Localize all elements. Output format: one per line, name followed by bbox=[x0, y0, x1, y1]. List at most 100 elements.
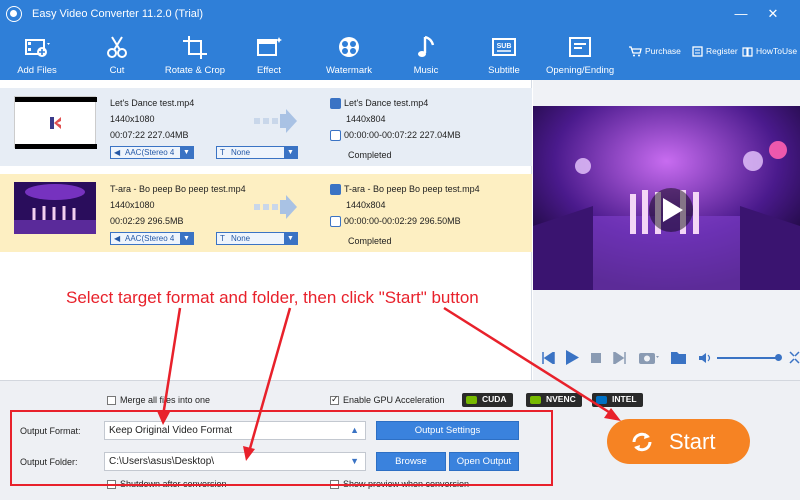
rotate-crop-label: Rotate & Crop bbox=[164, 65, 226, 76]
close-button[interactable]: ✕ bbox=[762, 4, 784, 24]
edit-name-icon[interactable] bbox=[330, 98, 341, 110]
fullscreen-icon[interactable] bbox=[789, 351, 800, 364]
file-list: Let's Dance test.mp4 1440x1080 00:07:22 … bbox=[0, 80, 532, 380]
purchase-link[interactable]: Purchase bbox=[628, 46, 681, 57]
volume-icon[interactable] bbox=[699, 352, 711, 364]
how-to-use-label: HowToUse bbox=[756, 46, 798, 56]
source-resolution: 1440x1080 bbox=[110, 114, 155, 124]
output-file-name-text: Let's Dance test.mp4 bbox=[344, 98, 429, 108]
output-file-name: Let's Dance test.mp4 bbox=[330, 98, 429, 110]
previous-icon[interactable] bbox=[541, 352, 555, 364]
video-thumbnail-image bbox=[15, 97, 97, 149]
intel-badge: INTEL bbox=[592, 393, 643, 407]
start-button[interactable]: Start bbox=[607, 419, 750, 464]
status-label: Completed bbox=[348, 236, 392, 246]
audio-icon: ◀ bbox=[114, 234, 121, 243]
video-thumbnail-image bbox=[14, 182, 96, 234]
source-duration-size: 00:02:29 296.5MB bbox=[110, 216, 184, 226]
play-icon[interactable] bbox=[565, 350, 579, 365]
source-duration-size: 00:07:22 227.04MB bbox=[110, 130, 189, 140]
toolbar: Add Files Cut Rotate & Crop Effect Water… bbox=[0, 28, 800, 80]
subtitle-icon: SUB bbox=[492, 38, 516, 56]
subtitle-value: None bbox=[231, 234, 251, 243]
help-book-icon bbox=[742, 47, 753, 57]
chevron-down-icon: ▼ bbox=[180, 147, 193, 158]
edit-name-icon[interactable] bbox=[330, 184, 341, 196]
audio-track-select[interactable]: ◀ AAC(Stereo 4 ▼ bbox=[110, 146, 194, 159]
add-files-button[interactable]: Add Files bbox=[10, 28, 64, 80]
subtitle-select[interactable]: T None ▼ bbox=[216, 146, 298, 159]
minimize-button[interactable]: — bbox=[730, 4, 752, 24]
subtitle-label: Subtitle bbox=[488, 65, 520, 76]
opening-ending-button[interactable]: Opening/Ending bbox=[546, 28, 614, 80]
rotate-crop-button[interactable]: Rotate & Crop bbox=[160, 28, 230, 80]
output-duration-size: 00:00:00-00:02:29 296.50MB bbox=[330, 216, 461, 228]
trim-edit-icon[interactable] bbox=[330, 216, 341, 228]
convert-refresh-icon bbox=[632, 432, 652, 452]
add-files-label: Add Files bbox=[17, 65, 57, 76]
cut-label: Cut bbox=[109, 65, 125, 76]
watermark-icon bbox=[339, 37, 359, 57]
status-label: Completed bbox=[348, 150, 392, 160]
subtitle-button[interactable]: SUB Subtitle bbox=[480, 28, 528, 80]
effect-button[interactable]: Effect bbox=[244, 28, 294, 80]
add-files-icon bbox=[25, 39, 50, 57]
gpu-checkbox-label: Enable GPU Acceleration bbox=[343, 395, 445, 405]
effect-film-icon bbox=[257, 37, 282, 56]
output-duration-size: 00:00:00-00:07:22 227.04MB bbox=[330, 130, 461, 142]
output-resolution: 1440x804 bbox=[346, 114, 386, 124]
text-t-icon: T bbox=[220, 148, 225, 157]
how-to-use-link[interactable]: HowToUse bbox=[742, 46, 797, 57]
audio-icon: ◀ bbox=[114, 148, 121, 157]
next-icon[interactable] bbox=[613, 352, 627, 364]
gpu-checkbox-box[interactable] bbox=[330, 394, 339, 406]
source-file-name: Let's Dance test.mp4 bbox=[110, 98, 195, 108]
scissors-icon bbox=[107, 36, 127, 58]
video-preview[interactable] bbox=[533, 106, 800, 368]
cut-button[interactable]: Cut bbox=[92, 28, 142, 80]
convert-arrow-icon bbox=[254, 109, 297, 133]
volume-slider-thumb[interactable] bbox=[775, 354, 782, 361]
register-link[interactable]: Register bbox=[692, 46, 738, 57]
merge-checkbox-box[interactable] bbox=[107, 396, 116, 406]
music-button[interactable]: Music bbox=[404, 28, 448, 80]
title-bar: Easy Video Converter 11.2.0 (Trial) — ✕ bbox=[0, 0, 800, 28]
svg-text:SUB: SUB bbox=[497, 43, 512, 50]
stop-icon[interactable] bbox=[591, 353, 601, 363]
annotation-text: Select target format and folder, then cl… bbox=[66, 288, 479, 307]
merge-files-checkbox[interactable]: Merge all files into one bbox=[107, 395, 210, 406]
audio-track-value: AAC(Stereo 4 bbox=[125, 148, 175, 157]
music-note-icon bbox=[418, 35, 435, 57]
output-duration-size-text: 00:00:00-00:02:29 296.50MB bbox=[344, 216, 461, 226]
video-thumbnail bbox=[14, 182, 96, 234]
player-controls bbox=[533, 344, 800, 374]
snapshot-camera-icon[interactable] bbox=[639, 350, 659, 365]
gpu-acceleration-checkbox[interactable]: Enable GPU Acceleration bbox=[330, 394, 445, 406]
file-row[interactable]: Let's Dance test.mp4 1440x1080 00:07:22 … bbox=[0, 88, 532, 166]
watermark-label: Watermark bbox=[325, 65, 373, 76]
effect-label: Effect bbox=[256, 65, 282, 76]
output-duration-size-text: 00:00:00-00:07:22 227.04MB bbox=[344, 130, 461, 140]
output-file-name: T-ara - Bo peep Bo peep test.mp4 bbox=[330, 184, 480, 196]
register-label: Register bbox=[706, 46, 738, 56]
preview-pane bbox=[533, 80, 800, 380]
app-logo-icon bbox=[6, 6, 22, 22]
volume-slider-track[interactable] bbox=[717, 357, 779, 359]
trim-edit-icon[interactable] bbox=[330, 130, 341, 142]
video-thumbnail bbox=[14, 96, 97, 149]
subtitle-select[interactable]: T None ▼ bbox=[216, 232, 298, 245]
window-title: Easy Video Converter 11.2.0 (Trial) bbox=[32, 8, 203, 20]
open-folder-icon[interactable] bbox=[671, 351, 686, 364]
watermark-button[interactable]: Watermark bbox=[320, 28, 378, 80]
nvenc-badge: NVENC bbox=[526, 393, 582, 407]
purchase-label: Purchase bbox=[645, 46, 681, 56]
text-t-icon: T bbox=[220, 234, 225, 243]
opening-ending-label: Opening/Ending bbox=[546, 65, 615, 76]
chevron-down-icon: ▼ bbox=[180, 233, 193, 244]
chevron-down-icon: ▼ bbox=[284, 233, 297, 244]
audio-track-select[interactable]: ◀ AAC(Stereo 4 ▼ bbox=[110, 232, 194, 245]
output-resolution: 1440x804 bbox=[346, 200, 386, 210]
register-icon bbox=[692, 46, 703, 57]
cart-icon bbox=[629, 46, 642, 57]
file-row[interactable]: T-ara - Bo peep Bo peep test.mp4 1440x10… bbox=[0, 174, 532, 252]
